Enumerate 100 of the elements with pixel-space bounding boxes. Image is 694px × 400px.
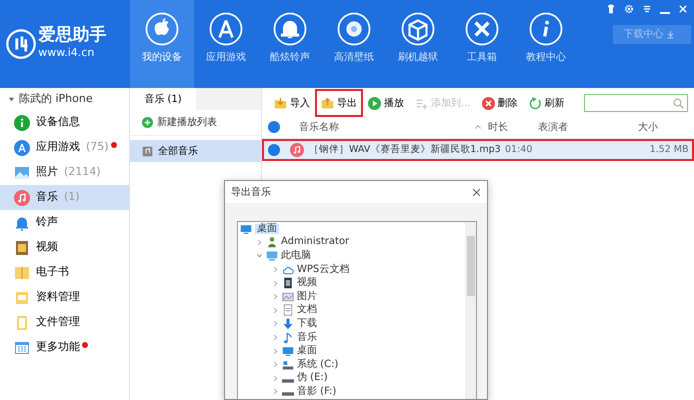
sidebar-item[interactable]: 铃声 — [0, 210, 129, 235]
folder-item[interactable]: 桌面 — [297, 346, 317, 356]
song-duration: 01:40 — [505, 142, 534, 157]
item-count: (1) — [64, 189, 80, 206]
column-header[interactable]: 时长 — [488, 120, 508, 135]
drive-icon — [282, 378, 294, 383]
list-add-icon — [415, 96, 428, 110]
letter-a-icon — [209, 12, 243, 46]
nav-tab[interactable]: 高清壁纸 — [322, 0, 386, 88]
sidebar-item[interactable]: 音乐 (1) — [0, 185, 129, 210]
sidebar-item[interactable]: 电子书 — [0, 260, 129, 285]
info-icon — [529, 12, 563, 46]
song-name: ［钢伴］WAV《赛吾里麦》新疆民歌1.mp3 — [309, 142, 502, 157]
sidebar-item[interactable]: 设备信息 — [0, 110, 129, 135]
document-icon — [14, 314, 30, 330]
app-name: 爱思助手 — [38, 26, 106, 46]
sidebar-item[interactable]: 资料管理 — [0, 285, 129, 310]
website-url: www.i4.cn — [38, 45, 96, 62]
close-icon — [678, 4, 688, 14]
toolbar-button[interactable]: 刷新 — [524, 91, 569, 115]
nav-tab[interactable]: 我的设备 — [130, 0, 194, 88]
select-all-checkbox[interactable] — [268, 121, 280, 134]
minimize-icon — [660, 12, 670, 14]
picture-icon — [282, 290, 294, 303]
delete-icon — [482, 96, 495, 110]
down-arrow-icon — [282, 318, 294, 330]
folder-item[interactable]: 桌面 — [255, 224, 279, 234]
person-icon — [266, 236, 278, 248]
folder-item[interactable]: 下载 — [297, 318, 317, 329]
music-icon — [14, 190, 30, 206]
folder-item[interactable]: 图片 — [297, 292, 317, 302]
dialog-title: 导出音乐 — [231, 186, 271, 200]
new-playlist-button[interactable]: 新建播放列表 — [130, 110, 261, 136]
refresh-icon — [528, 96, 542, 110]
nav-tab[interactable]: 应用游戏 — [194, 0, 258, 88]
drive-icon — [282, 358, 294, 371]
sidebar-item[interactable]: 应用游戏 (75) — [0, 135, 129, 160]
book-icon — [14, 264, 30, 280]
play-icon — [368, 96, 381, 110]
table-row[interactable]: ［钢伴］WAV《赛吾里麦》新疆民歌1.mp3 01:40 1.52 MB — [262, 138, 694, 161]
column-header[interactable]: 大小 — [638, 120, 658, 135]
folder-item[interactable]: 系统 (C:) — [297, 360, 338, 370]
bell-icon — [273, 12, 307, 46]
film-icon — [282, 277, 294, 290]
logo-icon — [6, 29, 36, 59]
settings-icon — [624, 4, 634, 14]
folder-item[interactable]: 此电脑 — [281, 250, 311, 261]
sidebar-item[interactable]: 文件管理 — [0, 310, 129, 335]
document-icon — [282, 304, 294, 316]
folder-item[interactable]: 伪 (E:) — [297, 373, 328, 384]
folder-icon — [321, 96, 334, 110]
music-icon — [290, 142, 304, 157]
folder-icon — [274, 96, 287, 110]
apple-icon — [145, 12, 179, 46]
plus-icon — [142, 117, 153, 128]
menu-icon — [642, 4, 652, 14]
monitor-icon — [266, 250, 278, 262]
sidebar-item[interactable]: 视频 — [0, 235, 129, 260]
shirt-icon — [606, 4, 616, 14]
toolbar-button[interactable]: 导出 — [317, 91, 361, 115]
folder-item[interactable]: 音影 (F:) — [297, 386, 336, 397]
sort-caret-icon — [474, 123, 482, 132]
monitor-icon — [282, 345, 294, 358]
contact-card-icon — [14, 290, 30, 306]
info-icon — [14, 114, 30, 130]
music-tab[interactable]: 音乐 (1) — [130, 88, 196, 110]
monitor-icon — [240, 222, 252, 235]
item-count: (75) — [86, 139, 109, 156]
row-checkbox[interactable] — [268, 144, 280, 156]
column-header[interactable]: 音乐名称 — [298, 120, 339, 135]
folder-item[interactable]: 视频 — [297, 278, 317, 288]
nav-tab[interactable]: 酷炫铃声 — [258, 0, 322, 88]
nav-tab[interactable]: 刷机越狱 — [386, 0, 450, 88]
search-icon — [673, 98, 684, 108]
drive-icon — [282, 392, 294, 396]
folder-item[interactable]: WPS云文档 — [297, 264, 350, 275]
nav-tab[interactable]: 教程中心 — [514, 0, 578, 88]
device-name: 陈武的 iPhone — [19, 90, 93, 107]
nav-tab[interactable]: 工具箱 — [450, 0, 514, 88]
song-size: 1.52 MB — [650, 142, 688, 157]
folder-item[interactable]: Administrator — [281, 237, 350, 248]
app-store-icon — [14, 140, 30, 156]
film-icon — [14, 240, 30, 256]
toolbar-button[interactable]: 删除 — [478, 91, 522, 115]
playlist-item[interactable]: 全部音乐 — [130, 140, 261, 162]
photo-icon — [14, 164, 30, 180]
sidebar-item[interactable]: 更多功能 — [0, 335, 129, 360]
folder-item[interactable]: 文档 — [297, 305, 317, 316]
column-header[interactable]: 表演者 — [538, 120, 568, 135]
box-icon — [401, 12, 435, 46]
folder-item[interactable]: 音乐 — [297, 332, 317, 343]
grid-icon — [14, 340, 30, 356]
toolbar-button[interactable]: 播放 — [364, 91, 408, 115]
close-icon — [472, 188, 481, 196]
download-icon — [666, 30, 675, 39]
item-count: (2114) — [64, 164, 101, 180]
sidebar-item[interactable]: 照片 (2114) — [0, 160, 129, 185]
search-field[interactable] — [584, 94, 688, 112]
scrollbar[interactable] — [465, 222, 476, 399]
toolbar-button[interactable]: 导入 — [270, 91, 314, 115]
